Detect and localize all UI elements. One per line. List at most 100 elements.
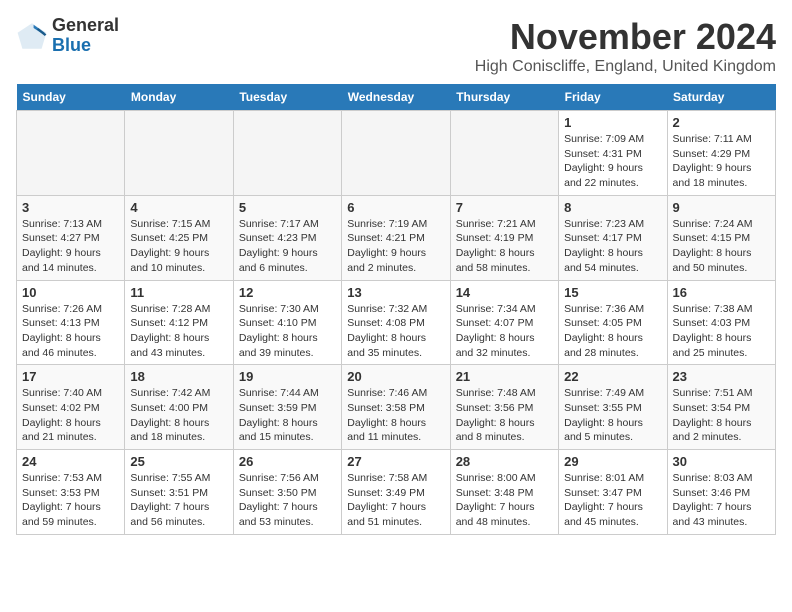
day-number: 15: [564, 285, 661, 300]
calendar-cell: 24 Sunrise: 7:53 AM Sunset: 3:53 PM Dayli…: [17, 450, 125, 535]
day-info: Sunrise: 7:26 AM Sunset: 4:13 PM Dayligh…: [22, 302, 119, 361]
day-number: 22: [564, 369, 661, 384]
calendar-cell: 29 Sunrise: 8:01 AM Sunset: 3:47 PM Dayli…: [559, 450, 667, 535]
logo-text: General Blue: [52, 16, 119, 56]
day-info: Sunrise: 8:03 AM Sunset: 3:46 PM Dayligh…: [673, 471, 770, 530]
day-info: Sunrise: 7:51 AM Sunset: 3:54 PM Dayligh…: [673, 386, 770, 445]
day-info: Sunrise: 7:36 AM Sunset: 4:05 PM Dayligh…: [564, 302, 661, 361]
calendar-cell: [17, 111, 125, 196]
day-info: Sunrise: 7:09 AM Sunset: 4:31 PM Dayligh…: [564, 132, 661, 191]
calendar-week-row: 17Sunrise: 7:40 AM Sunset: 4:02 PM Dayli…: [17, 365, 776, 450]
calendar-body: 1 Sunrise: 7:09 AM Sunset: 4:31 PM Daylig…: [17, 111, 776, 535]
day-number: 4: [130, 200, 227, 215]
day-info: Sunrise: 7:28 AM Sunset: 4:12 PM Dayligh…: [130, 302, 227, 361]
day-info: Sunrise: 8:01 AM Sunset: 3:47 PM Dayligh…: [564, 471, 661, 530]
calendar-cell: 2 Sunrise: 7:11 AM Sunset: 4:29 PM Daylig…: [667, 111, 775, 196]
day-info: Sunrise: 7:49 AM Sunset: 3:55 PM Dayligh…: [564, 386, 661, 445]
calendar-cell: 21Sunrise: 7:48 AM Sunset: 3:56 PM Dayli…: [450, 365, 558, 450]
day-number: 13: [347, 285, 444, 300]
day-info: Sunrise: 7:44 AM Sunset: 3:59 PM Dayligh…: [239, 386, 336, 445]
day-number: 14: [456, 285, 553, 300]
day-info: Sunrise: 7:34 AM Sunset: 4:07 PM Dayligh…: [456, 302, 553, 361]
calendar-cell: 14 Sunrise: 7:34 AM Sunset: 4:07 PM Dayli…: [450, 280, 558, 365]
day-header: Monday: [125, 84, 233, 111]
calendar-cell: 5 Sunrise: 7:17 AM Sunset: 4:23 PM Daylig…: [233, 195, 341, 280]
day-number: 28: [456, 454, 553, 469]
day-number: 18: [130, 369, 227, 384]
day-info: Sunrise: 7:53 AM Sunset: 3:53 PM Dayligh…: [22, 471, 119, 530]
day-number: 3: [22, 200, 119, 215]
day-number: 10: [22, 285, 119, 300]
day-info: Sunrise: 7:17 AM Sunset: 4:23 PM Dayligh…: [239, 217, 336, 276]
day-header: Saturday: [667, 84, 775, 111]
day-info: Sunrise: 7:46 AM Sunset: 3:58 PM Dayligh…: [347, 386, 444, 445]
calendar-cell: 15 Sunrise: 7:36 AM Sunset: 4:05 PM Dayli…: [559, 280, 667, 365]
calendar-cell: 25Sunrise: 7:55 AM Sunset: 3:51 PM Dayli…: [125, 450, 233, 535]
day-number: 9: [673, 200, 770, 215]
calendar-cell: 1 Sunrise: 7:09 AM Sunset: 4:31 PM Daylig…: [559, 111, 667, 196]
day-info: Sunrise: 7:21 AM Sunset: 4:19 PM Dayligh…: [456, 217, 553, 276]
day-number: 7: [456, 200, 553, 215]
day-header: Tuesday: [233, 84, 341, 111]
calendar-cell: 19 Sunrise: 7:44 AM Sunset: 3:59 PM Dayli…: [233, 365, 341, 450]
day-info: Sunrise: 7:15 AM Sunset: 4:25 PM Dayligh…: [130, 217, 227, 276]
day-number: 19: [239, 369, 336, 384]
day-number: 30: [673, 454, 770, 469]
day-number: 23: [673, 369, 770, 384]
calendar-week-row: 1 Sunrise: 7:09 AM Sunset: 4:31 PM Daylig…: [17, 111, 776, 196]
day-number: 29: [564, 454, 661, 469]
calendar-cell: 18Sunrise: 7:42 AM Sunset: 4:00 PM Dayli…: [125, 365, 233, 450]
day-info: Sunrise: 7:23 AM Sunset: 4:17 PM Dayligh…: [564, 217, 661, 276]
calendar-cell: 4 Sunrise: 7:15 AM Sunset: 4:25 PM Daylig…: [125, 195, 233, 280]
day-info: Sunrise: 7:13 AM Sunset: 4:27 PM Dayligh…: [22, 217, 119, 276]
day-number: 24: [22, 454, 119, 469]
day-info: Sunrise: 7:58 AM Sunset: 3:49 PM Dayligh…: [347, 471, 444, 530]
day-header: Friday: [559, 84, 667, 111]
day-info: Sunrise: 8:00 AM Sunset: 3:48 PM Dayligh…: [456, 471, 553, 530]
day-number: 5: [239, 200, 336, 215]
calendar-table: SundayMondayTuesdayWednesdayThursdayFrid…: [16, 84, 776, 535]
calendar-week-row: 3 Sunrise: 7:13 AM Sunset: 4:27 PM Daylig…: [17, 195, 776, 280]
day-info: Sunrise: 7:11 AM Sunset: 4:29 PM Dayligh…: [673, 132, 770, 191]
page-header: General Blue November 2024 High Coniscli…: [16, 16, 776, 76]
calendar-cell: 30 Sunrise: 8:03 AM Sunset: 3:46 PM Dayli…: [667, 450, 775, 535]
day-number: 20: [347, 369, 444, 384]
day-number: 17: [22, 369, 119, 384]
day-info: Sunrise: 7:19 AM Sunset: 4:21 PM Dayligh…: [347, 217, 444, 276]
day-number: 2: [673, 115, 770, 130]
day-header: Wednesday: [342, 84, 450, 111]
day-info: Sunrise: 7:38 AM Sunset: 4:03 PM Dayligh…: [673, 302, 770, 361]
calendar-cell: 6 Sunrise: 7:19 AM Sunset: 4:21 PM Daylig…: [342, 195, 450, 280]
calendar-week-row: 10 Sunrise: 7:26 AM Sunset: 4:13 PM Dayli…: [17, 280, 776, 365]
calendar-cell: 22 Sunrise: 7:49 AM Sunset: 3:55 PM Dayli…: [559, 365, 667, 450]
day-number: 12: [239, 285, 336, 300]
calendar-cell: [342, 111, 450, 196]
day-number: 6: [347, 200, 444, 215]
calendar-cell: 13 Sunrise: 7:32 AM Sunset: 4:08 PM Dayli…: [342, 280, 450, 365]
day-info: Sunrise: 7:56 AM Sunset: 3:50 PM Dayligh…: [239, 471, 336, 530]
day-info: Sunrise: 7:24 AM Sunset: 4:15 PM Dayligh…: [673, 217, 770, 276]
day-number: 21: [456, 369, 553, 384]
calendar-cell: 17Sunrise: 7:40 AM Sunset: 4:02 PM Dayli…: [17, 365, 125, 450]
logo-icon: [16, 20, 48, 52]
calendar-cell: 20 Sunrise: 7:46 AM Sunset: 3:58 PM Dayli…: [342, 365, 450, 450]
calendar-cell: 16Sunrise: 7:38 AM Sunset: 4:03 PM Dayli…: [667, 280, 775, 365]
day-number: 27: [347, 454, 444, 469]
calendar-cell: 27 Sunrise: 7:58 AM Sunset: 3:49 PM Dayli…: [342, 450, 450, 535]
day-info: Sunrise: 7:30 AM Sunset: 4:10 PM Dayligh…: [239, 302, 336, 361]
day-info: Sunrise: 7:32 AM Sunset: 4:08 PM Dayligh…: [347, 302, 444, 361]
calendar-cell: 10 Sunrise: 7:26 AM Sunset: 4:13 PM Dayli…: [17, 280, 125, 365]
logo: General Blue: [16, 16, 119, 56]
day-number: 8: [564, 200, 661, 215]
calendar-cell: 26Sunrise: 7:56 AM Sunset: 3:50 PM Dayli…: [233, 450, 341, 535]
calendar-cell: 11Sunrise: 7:28 AM Sunset: 4:12 PM Dayli…: [125, 280, 233, 365]
day-header: Thursday: [450, 84, 558, 111]
calendar-header-row: SundayMondayTuesdayWednesdayThursdayFrid…: [17, 84, 776, 111]
calendar-week-row: 24 Sunrise: 7:53 AM Sunset: 3:53 PM Dayli…: [17, 450, 776, 535]
day-number: 1: [564, 115, 661, 130]
calendar-cell: 3 Sunrise: 7:13 AM Sunset: 4:27 PM Daylig…: [17, 195, 125, 280]
calendar-cell: [233, 111, 341, 196]
calendar-cell: 12 Sunrise: 7:30 AM Sunset: 4:10 PM Dayli…: [233, 280, 341, 365]
calendar-cell: 8 Sunrise: 7:23 AM Sunset: 4:17 PM Daylig…: [559, 195, 667, 280]
calendar-cell: 9 Sunrise: 7:24 AM Sunset: 4:15 PM Daylig…: [667, 195, 775, 280]
